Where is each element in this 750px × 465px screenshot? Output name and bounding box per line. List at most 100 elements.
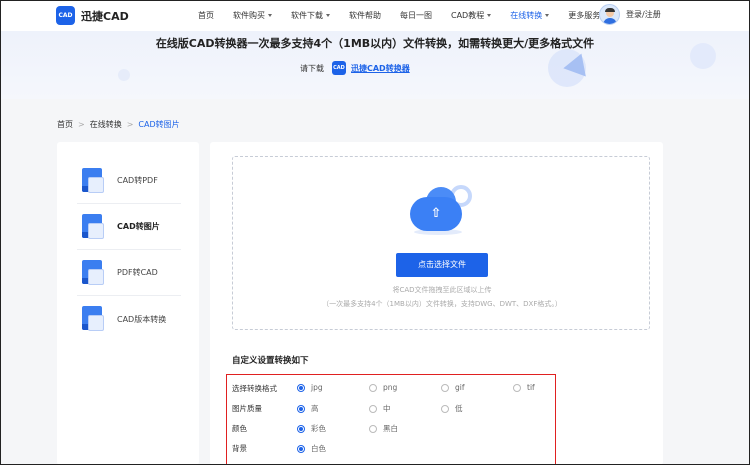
logo-text: 迅捷CAD: [81, 9, 129, 23]
radio-option-label: gif: [455, 383, 465, 392]
radio-option[interactable]: 彩色: [297, 423, 326, 434]
radio-button[interactable]: [297, 424, 305, 433]
drag-hint: 将CAD文件拖拽至此区域以上传: [392, 286, 492, 294]
radio-option[interactable]: jpg: [297, 383, 323, 392]
radio-option-label: 低: [455, 404, 463, 413]
radio-option-label: 黑白: [383, 424, 398, 433]
nav-item-label: 软件购买: [233, 11, 265, 20]
radio-option[interactable]: tif: [513, 383, 535, 392]
settings-row-2: 颜色: [232, 421, 298, 435]
limit-hint: （一次最多支持4个（1MB以内）文件转换，支持DWG、DWT、DXF格式。）: [322, 300, 562, 308]
nav-item-label: 更多服务: [568, 11, 601, 20]
radio-option-label: jpg: [311, 383, 323, 392]
login-register-link[interactable]: 登录/注册: [626, 9, 661, 20]
radio-option[interactable]: 中: [369, 403, 391, 414]
settings-row-0: 选择转换格式: [232, 381, 298, 395]
nav-item-label: 软件下载: [291, 11, 323, 20]
radio-option-label: 白色: [311, 444, 326, 453]
nav-item-label: CAD教程: [451, 11, 485, 20]
settings-row-1: 图片质量: [232, 401, 298, 415]
upload-arrow-icon: ⇧: [430, 206, 442, 221]
nav-item-label: 软件帮助: [349, 11, 381, 20]
breadcrumb-home[interactable]: 首页: [57, 119, 73, 130]
sidebar-item-0[interactable]: CAD转PDF: [77, 158, 181, 204]
breadcrumb-online-convert[interactable]: 在线转换: [90, 119, 122, 130]
radio-option[interactable]: 白色: [297, 443, 326, 454]
download-prefix: 请下载: [300, 63, 324, 73]
logo-mark: CAD: [56, 6, 75, 25]
decor-circle-icon: [118, 69, 130, 81]
sidebar-item-label: PDF转CAD: [117, 268, 158, 277]
radio-option-label: png: [383, 383, 398, 392]
breadcrumb-separator-icon: >: [78, 120, 85, 129]
breadcrumb-current: CAD转图片: [138, 120, 180, 129]
settings-row-label: 背景: [232, 443, 247, 453]
user-login[interactable]: 登录/注册: [599, 4, 661, 25]
file-convert-icon: [79, 213, 105, 240]
radio-option[interactable]: 黑白: [369, 423, 398, 434]
sidebar-item-label: CAD转PDF: [117, 176, 158, 185]
radio-button[interactable]: [369, 383, 377, 392]
radio-option[interactable]: 高: [297, 403, 319, 414]
settings-box: 选择转换格式 jpg png gif tif 图片质量 高 中 低颜色 彩色 黑白背景 白色: [226, 374, 556, 465]
sidebar-item-2[interactable]: PDF转CAD: [77, 250, 181, 296]
top-nav: CAD 迅捷CAD 首页 软件购买 软件下载 软件帮助 每日一图 CAD教程 在线转换 更多服…: [0, 0, 750, 31]
radio-button[interactable]: [441, 383, 449, 392]
sidebar-item-3[interactable]: CAD版本转换: [77, 296, 181, 342]
breadcrumb: 首页 > 在线转换 > CAD转图片: [57, 119, 180, 130]
nav-item-2[interactable]: 软件下载: [291, 0, 330, 31]
banner-title: 在线版CAD转换器一次最多支持4个（1MB以内）文件转换，如需转换更大/更多格式…: [155, 37, 595, 50]
settings-title: 自定义设置转换如下: [232, 356, 309, 366]
radio-button[interactable]: [369, 424, 377, 433]
radio-button[interactable]: [369, 404, 377, 413]
breadcrumb-separator-icon: >: [126, 120, 134, 129]
sidebar-item-label: CAD转图片: [117, 222, 160, 231]
nav-item-label: 每日一图: [400, 11, 432, 20]
radio-option-label: 彩色: [311, 424, 326, 433]
file-convert-icon: [79, 167, 105, 194]
radio-button[interactable]: [513, 383, 521, 392]
chevron-down-icon: [326, 14, 330, 17]
nav-item-4[interactable]: 每日一图: [400, 0, 432, 31]
radio-button[interactable]: [297, 383, 305, 392]
chevron-down-icon: [268, 14, 272, 17]
radio-option[interactable]: 低: [441, 403, 463, 414]
settings-row-label: 颜色: [232, 423, 247, 433]
sidebar: CAD转PDF CAD转图片 PDF转CAD CAD版本转换: [57, 142, 199, 465]
download-converter-link[interactable]: 迅捷CAD转换器: [351, 63, 410, 74]
settings-row-3: 背景: [232, 441, 298, 455]
radio-option[interactable]: png: [369, 383, 397, 392]
nav-item-5[interactable]: CAD教程: [451, 0, 492, 31]
nav-item-1[interactable]: 软件购买: [233, 0, 272, 31]
radio-button[interactable]: [297, 404, 305, 413]
promo-banner: 在线版CAD转换器一次最多支持4个（1MB以内）文件转换，如需转换更大/更多格式…: [0, 31, 750, 99]
chevron-down-icon: [487, 14, 492, 17]
radio-option-label: 高: [311, 404, 319, 413]
site-logo[interactable]: CAD 迅捷CAD: [56, 6, 129, 25]
sidebar-item-label: CAD版本转换: [117, 314, 167, 324]
choose-file-button[interactable]: 点击选择文件: [396, 253, 488, 277]
radio-button[interactable]: [297, 444, 305, 453]
settings-row-label: 图片质量: [232, 403, 262, 413]
upload-dropzone[interactable]: ⇧ 点击选择文件 将CAD文件拖拽至此区域以上传 （一次最多支持4个（1MB以内…: [232, 156, 650, 330]
sidebar-item-1[interactable]: CAD转图片: [77, 204, 181, 250]
chevron-down-icon: [545, 14, 550, 17]
avatar[interactable]: [599, 4, 620, 25]
nav-item-0[interactable]: 首页: [198, 0, 214, 31]
radio-button[interactable]: [441, 404, 449, 413]
nav-item-label: 在线转换: [510, 11, 543, 20]
settings-row-label: 选择转换格式: [232, 383, 277, 393]
cloud-upload-icon: ⇧: [406, 183, 478, 235]
nav-item-3[interactable]: 软件帮助: [349, 0, 381, 31]
nav-item-6[interactable]: 在线转换: [510, 0, 550, 31]
radio-option[interactable]: gif: [441, 383, 465, 392]
main-panel: ⇧ 点击选择文件 将CAD文件拖拽至此区域以上传 （一次最多支持4个（1MB以内…: [210, 142, 663, 465]
radio-option-label: tif: [527, 383, 535, 392]
file-convert-icon: [79, 259, 105, 286]
banner-download: 请下载 CAD 迅捷CAD转换器: [300, 61, 410, 75]
nav-item-label: 首页: [198, 11, 214, 20]
main-menu: 首页 软件购买 软件下载 软件帮助 每日一图 CAD教程 在线转换 更多服务: [198, 0, 626, 31]
radio-option-label: 中: [383, 404, 391, 413]
file-convert-icon: [79, 306, 105, 332]
converter-logo-icon: CAD: [332, 61, 346, 75]
